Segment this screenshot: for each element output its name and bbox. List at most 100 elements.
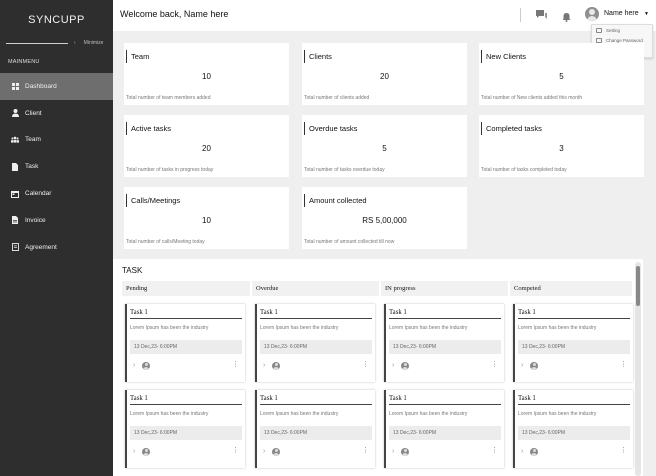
menu-item-setting[interactable]: Setting xyxy=(592,25,652,35)
task-card-date: 13 Dec,23- 6:00PM xyxy=(518,340,630,354)
task-card-description: Lorem Ipsum has been the industry xyxy=(518,325,597,331)
stat-value: RS 5,00,000 xyxy=(362,216,407,225)
scrollbar-thumb[interactable] xyxy=(636,266,640,306)
task-card-title: Task 1 xyxy=(518,395,536,402)
stat-title: New Clients xyxy=(481,50,526,63)
chevron-right-icon[interactable]: › xyxy=(521,448,523,455)
top-header: Welcome back, Name here Name here ▼ xyxy=(113,0,656,31)
chevron-right-icon[interactable]: › xyxy=(263,448,265,455)
stat-card-overdue-tasks[interactable]: Overdue tasks 5 Total number of tasks ov… xyxy=(302,115,467,177)
stat-card-clients[interactable]: Clients 20 Total number of clients added xyxy=(302,43,467,105)
task-card-title: Task 1 xyxy=(260,395,278,402)
chevron-right-icon[interactable]: › xyxy=(263,362,265,369)
task-card[interactable]: Task 1 Lorem Ipsum has been the industry 1… xyxy=(125,304,245,382)
stat-description: Total number of team members added xyxy=(126,95,211,101)
sidebar: SYNCUPP ‹ Minimize MAINMENU Dashboard Cl… xyxy=(0,0,113,476)
task-card-divider xyxy=(389,318,501,319)
bell-icon[interactable] xyxy=(562,9,571,27)
user-avatar[interactable] xyxy=(585,7,599,21)
more-options-icon[interactable]: ⋮ xyxy=(232,446,239,454)
sidebar-item-team[interactable]: Team xyxy=(0,127,113,154)
lock-icon xyxy=(596,37,602,43)
task-card-divider xyxy=(260,404,372,405)
more-options-icon[interactable]: ⋮ xyxy=(362,360,369,368)
stat-value: 20 xyxy=(202,144,211,153)
chat-icon[interactable] xyxy=(536,8,547,26)
more-options-icon[interactable]: ⋮ xyxy=(620,446,627,454)
agreement-icon xyxy=(11,243,19,252)
column-header-completed: Competed xyxy=(510,281,632,296)
task-card-divider xyxy=(260,318,372,319)
header-divider xyxy=(520,8,521,22)
menu-item-label: Setting xyxy=(606,27,621,33)
dashboard-icon xyxy=(11,82,19,90)
stat-title: Clients xyxy=(304,50,332,63)
sidebar-item-dashboard[interactable]: Dashboard xyxy=(0,73,113,100)
mainmenu-label: MAINMENU xyxy=(8,59,40,65)
chevron-right-icon[interactable]: › xyxy=(133,448,135,455)
task-card-date: 13 Dec,23- 6:00PM xyxy=(518,426,630,440)
task-card[interactable]: Task 1 Lorem Ipsum has been the industry 1… xyxy=(384,390,504,468)
task-card-divider xyxy=(130,318,242,319)
stat-card-calls-meetings[interactable]: Calls/Meetings 10 Total number of calls/… xyxy=(124,187,289,249)
task-card[interactable]: Task 1 Lorem Ipsum has been the industry 1… xyxy=(513,304,633,382)
sidebar-item-label: Invoice xyxy=(25,216,46,224)
task-card-description: Lorem Ipsum has been the industry xyxy=(260,411,339,417)
sidebar-item-client[interactable]: Client xyxy=(0,100,113,127)
assignee-avatar xyxy=(142,362,150,370)
more-options-icon[interactable]: ⋮ xyxy=(491,446,498,454)
chevron-right-icon[interactable]: › xyxy=(392,448,394,455)
stat-description: Total number of calls/Meeting today xyxy=(126,239,205,245)
stat-value: 10 xyxy=(202,216,211,225)
more-options-icon[interactable]: ⋮ xyxy=(620,360,627,368)
column-header-in-progress: IN progress xyxy=(381,281,508,296)
task-card[interactable]: Task 1 Lorem Ipsum has been the industry 1… xyxy=(125,390,245,468)
minimize-label: Minimize xyxy=(83,40,104,46)
sidebar-item-label: Agreement xyxy=(25,243,57,251)
user-icon xyxy=(11,109,19,118)
task-card[interactable]: Task 1 Lorem Ipsum has been the industry 1… xyxy=(255,390,375,468)
assignee-avatar xyxy=(530,362,538,370)
task-icon xyxy=(11,162,19,171)
stat-title: Overdue tasks xyxy=(304,122,357,135)
task-card-date: 13 Dec,23- 6:00PM xyxy=(260,426,372,440)
stat-value: 10 xyxy=(202,72,211,81)
more-options-icon[interactable]: ⋮ xyxy=(232,360,239,368)
task-card[interactable]: Task 1 Lorem Ipsum has been the industry 1… xyxy=(513,390,633,468)
stat-card-active-tasks[interactable]: Active tasks 20 Total number of tasks in… xyxy=(124,115,289,177)
caret-down-icon[interactable]: ▼ xyxy=(644,11,649,17)
menu-item-label: Change Password xyxy=(606,37,643,43)
task-card-title: Task 1 xyxy=(260,309,278,316)
task-card[interactable]: Task 1 Lorem Ipsum has been the industry 1… xyxy=(384,304,504,382)
sidebar-item-label: Team xyxy=(25,136,41,144)
sidebar-item-agreement[interactable]: Agreement xyxy=(0,234,113,261)
task-card-title: Task 1 xyxy=(389,309,407,316)
assignee-avatar xyxy=(530,448,538,456)
sidebar-item-invoice[interactable]: Invoice xyxy=(0,207,113,234)
user-name[interactable]: Name here xyxy=(604,10,639,17)
stat-card-team[interactable]: Team 10 Total number of team members add… xyxy=(124,43,289,105)
task-card[interactable]: Task 1 Lorem Ipsum has been the industry 1… xyxy=(255,304,375,382)
task-card-description: Lorem Ipsum has been the industry xyxy=(130,325,209,331)
stat-card-completed-tasks[interactable]: Completed tasks 3 Total number of tasks … xyxy=(479,115,644,177)
task-card-description: Lorem Ipsum has been the industry xyxy=(518,411,597,417)
stat-title: Calls/Meetings xyxy=(126,194,180,207)
task-card-date: 13 Dec,23- 6:00PM xyxy=(389,340,501,354)
assignee-avatar xyxy=(401,362,409,370)
stat-card-amount-collected[interactable]: Amount collected RS 5,00,000 Total numbe… xyxy=(302,187,467,249)
minimize-control[interactable]: ‹ Minimize xyxy=(6,39,110,47)
chevron-right-icon[interactable]: › xyxy=(521,362,523,369)
stat-card-new-clients[interactable]: New Clients 5 Total number of New client… xyxy=(479,43,644,105)
chevron-right-icon[interactable]: › xyxy=(133,362,135,369)
task-card-divider xyxy=(518,318,630,319)
stat-value: 3 xyxy=(559,144,564,153)
sidebar-item-calendar[interactable]: Calendar xyxy=(0,180,113,207)
chevron-right-icon[interactable]: › xyxy=(392,362,394,369)
stat-description: Total number of clients added xyxy=(304,95,370,101)
more-options-icon[interactable]: ⋮ xyxy=(491,360,498,368)
sidebar-item-task[interactable]: Task xyxy=(0,153,113,180)
sidebar-item-label: Calendar xyxy=(25,190,52,198)
task-card-title: Task 1 xyxy=(130,395,148,402)
stat-description: Total number of tasks completed today xyxy=(481,167,567,173)
more-options-icon[interactable]: ⋮ xyxy=(362,446,369,454)
